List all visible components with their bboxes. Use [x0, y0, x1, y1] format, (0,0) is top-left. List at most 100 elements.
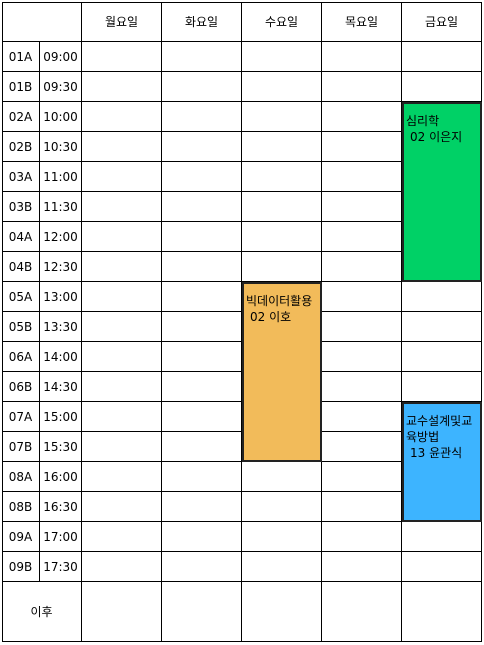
period-time: 09:00 [40, 42, 82, 72]
time-slot[interactable] [242, 132, 322, 162]
period-time: 17:00 [40, 522, 82, 552]
time-slot[interactable] [82, 312, 162, 342]
after-slot[interactable] [242, 582, 322, 642]
time-slot[interactable] [162, 462, 242, 492]
time-slot[interactable] [322, 552, 402, 582]
time-slot[interactable] [402, 552, 482, 582]
time-slot[interactable] [242, 492, 322, 522]
period-time: 11:30 [40, 192, 82, 222]
time-slot[interactable] [162, 432, 242, 462]
time-slot[interactable] [322, 222, 402, 252]
time-slot[interactable] [242, 462, 322, 492]
time-slot[interactable] [322, 42, 402, 72]
time-slot[interactable] [242, 42, 322, 72]
time-slot[interactable] [322, 102, 402, 132]
period-code: 09A [2, 522, 40, 552]
timetable-grid: 월요일 화요일 수요일 목요일 금요일 01A 09:00 01B 09:30 02A 10:00 0… [0, 0, 484, 645]
time-slot[interactable] [402, 42, 482, 72]
period-code: 06B [2, 372, 40, 402]
after-slot[interactable] [322, 582, 402, 642]
time-slot[interactable] [162, 192, 242, 222]
time-slot[interactable] [82, 402, 162, 432]
time-slot[interactable] [162, 72, 242, 102]
time-slot[interactable] [162, 42, 242, 72]
course-block[interactable]: 교수설계및교육방법 13 윤관식 [402, 402, 482, 522]
after-label: 이후 [2, 582, 82, 642]
time-slot[interactable] [82, 72, 162, 102]
course-name: 교수설계및교육방법 [406, 414, 473, 444]
time-slot[interactable] [402, 372, 482, 402]
time-slot[interactable] [82, 102, 162, 132]
time-slot[interactable] [242, 522, 322, 552]
period-time: 14:30 [40, 372, 82, 402]
time-slot[interactable] [242, 162, 322, 192]
time-slot[interactable] [162, 372, 242, 402]
time-slot[interactable] [162, 402, 242, 432]
course-block[interactable]: 심리학 02 이은지 [402, 102, 482, 282]
time-slot[interactable] [242, 102, 322, 132]
time-slot[interactable] [82, 282, 162, 312]
period-time: 12:30 [40, 252, 82, 282]
time-slot[interactable] [242, 222, 322, 252]
time-slot[interactable] [82, 552, 162, 582]
time-slot[interactable] [162, 312, 242, 342]
time-slot[interactable] [162, 282, 242, 312]
time-slot[interactable] [322, 192, 402, 222]
period-code: 01B [2, 72, 40, 102]
time-slot[interactable] [82, 372, 162, 402]
after-slot[interactable] [162, 582, 242, 642]
time-slot[interactable] [322, 282, 402, 312]
time-slot[interactable] [402, 72, 482, 102]
time-slot[interactable] [322, 252, 402, 282]
period-time: 13:00 [40, 282, 82, 312]
time-slot[interactable] [322, 72, 402, 102]
time-slot[interactable] [322, 372, 402, 402]
period-code: 08B [2, 492, 40, 522]
time-slot[interactable] [82, 222, 162, 252]
after-slot[interactable] [402, 582, 482, 642]
time-slot[interactable] [402, 522, 482, 552]
time-slot[interactable] [162, 102, 242, 132]
time-slot[interactable] [322, 492, 402, 522]
time-slot[interactable] [242, 72, 322, 102]
course-section-instructor: 13 윤관식 [410, 446, 463, 460]
time-slot[interactable] [402, 312, 482, 342]
time-slot[interactable] [162, 522, 242, 552]
time-slot[interactable] [162, 552, 242, 582]
time-slot[interactable] [322, 312, 402, 342]
time-slot[interactable] [162, 132, 242, 162]
time-slot[interactable] [402, 282, 482, 312]
time-slot[interactable] [162, 222, 242, 252]
time-slot[interactable] [242, 252, 322, 282]
time-slot[interactable] [162, 252, 242, 282]
time-slot[interactable] [162, 162, 242, 192]
course-block[interactable]: 빅데이터활용 02 이호 [242, 282, 322, 462]
time-slot[interactable] [82, 342, 162, 372]
time-slot[interactable] [82, 192, 162, 222]
time-slot[interactable] [322, 342, 402, 372]
time-slot[interactable] [162, 342, 242, 372]
course-name: 빅데이터활용 [246, 294, 313, 308]
time-slot[interactable] [402, 342, 482, 372]
time-slot[interactable] [242, 192, 322, 222]
period-time: 09:30 [40, 72, 82, 102]
course-section-instructor: 02 이은지 [410, 130, 463, 144]
time-slot[interactable] [322, 522, 402, 552]
time-slot[interactable] [82, 162, 162, 192]
time-slot[interactable] [322, 432, 402, 462]
time-slot[interactable] [82, 42, 162, 72]
time-slot[interactable] [322, 162, 402, 192]
time-slot[interactable] [82, 432, 162, 462]
period-time: 15:30 [40, 432, 82, 462]
time-slot[interactable] [82, 252, 162, 282]
after-slot[interactable] [82, 582, 162, 642]
time-slot[interactable] [322, 462, 402, 492]
time-slot[interactable] [322, 402, 402, 432]
time-slot[interactable] [242, 552, 322, 582]
time-slot[interactable] [162, 492, 242, 522]
time-slot[interactable] [82, 492, 162, 522]
time-slot[interactable] [82, 462, 162, 492]
time-slot[interactable] [322, 132, 402, 162]
time-slot[interactable] [82, 132, 162, 162]
time-slot[interactable] [82, 522, 162, 552]
